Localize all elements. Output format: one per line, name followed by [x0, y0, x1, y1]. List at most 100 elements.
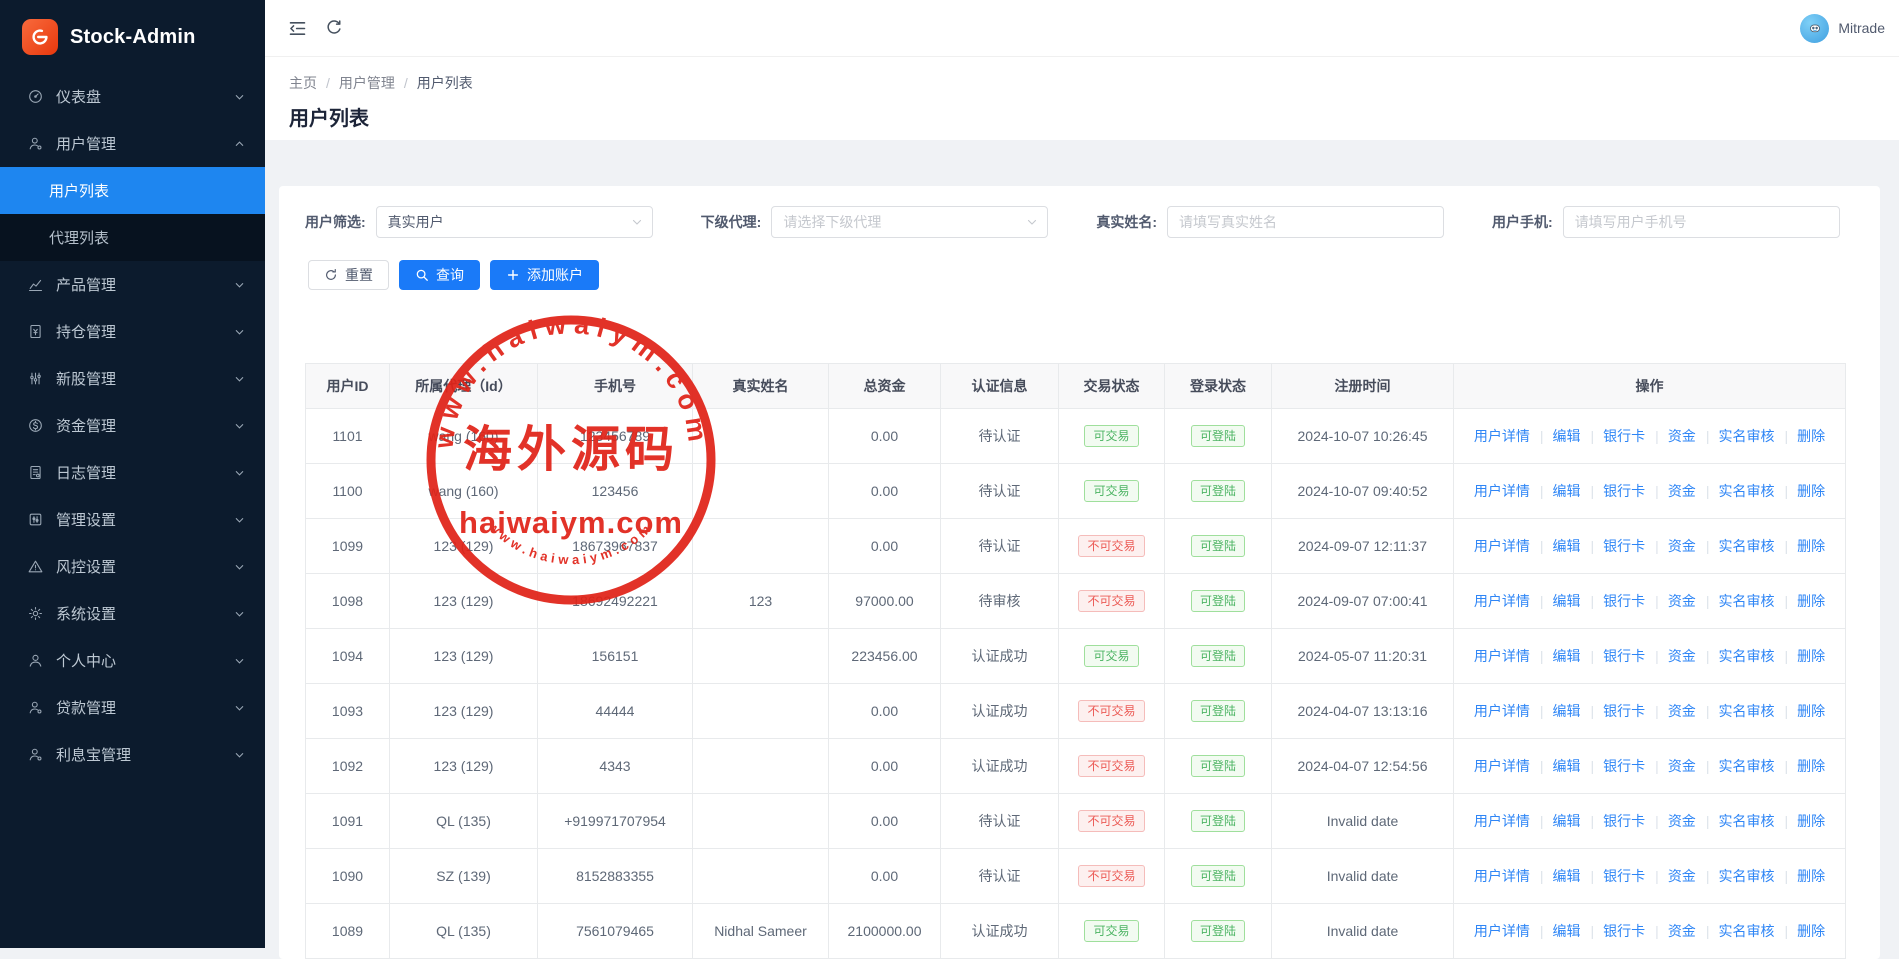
edit-link[interactable]: 编辑	[1530, 593, 1581, 609]
chart-icon	[27, 276, 44, 293]
page-header: 主页用户管理用户列表 用户列表	[265, 57, 1899, 140]
reset-button[interactable]: 重置	[308, 260, 389, 290]
bank-card-link[interactable]: 银行卡	[1581, 538, 1646, 554]
funds-link[interactable]: 资金	[1645, 538, 1696, 554]
funds-link[interactable]: 资金	[1645, 758, 1696, 774]
delete-link[interactable]: 删除	[1774, 923, 1825, 939]
menu-collapse-icon[interactable]	[287, 18, 308, 39]
delete-link[interactable]: 删除	[1774, 483, 1825, 499]
edit-link[interactable]: 编辑	[1530, 703, 1581, 719]
delete-link[interactable]: 删除	[1774, 868, 1825, 884]
real-name-audit-link[interactable]: 实名审核	[1696, 813, 1775, 829]
col-login-status: 登录状态	[1165, 364, 1272, 409]
user-phone-input[interactable]	[1563, 206, 1840, 238]
sidebar-item-interest-management[interactable]: 利息宝管理	[0, 731, 265, 778]
delete-link[interactable]: 删除	[1774, 648, 1825, 664]
delete-link[interactable]: 删除	[1774, 813, 1825, 829]
delete-link[interactable]: 删除	[1774, 428, 1825, 444]
delete-link[interactable]: 删除	[1774, 758, 1825, 774]
funds-link[interactable]: 资金	[1645, 923, 1696, 939]
funds-link[interactable]: 资金	[1645, 648, 1696, 664]
sub-agent-select[interactable]: 请选择下级代理	[771, 206, 1048, 238]
sidebar-item-user-management[interactable]: 用户管理	[0, 120, 265, 167]
user-menu[interactable]: Mitrade	[1800, 14, 1885, 43]
bank-card-link[interactable]: 银行卡	[1581, 648, 1646, 664]
bank-card-link[interactable]: 银行卡	[1581, 868, 1646, 884]
sidebar-item-log-management[interactable]: 日志管理	[0, 449, 265, 496]
query-button[interactable]: 查询	[399, 260, 480, 290]
bank-card-link[interactable]: 银行卡	[1581, 758, 1646, 774]
edit-link[interactable]: 编辑	[1530, 538, 1581, 554]
funds-link[interactable]: 资金	[1645, 813, 1696, 829]
col-register-time: 注册时间	[1272, 364, 1454, 409]
cell-login-status: 可登陆	[1165, 849, 1272, 904]
user-filter-select[interactable]: 真实用户	[376, 206, 653, 238]
bank-card-link[interactable]: 银行卡	[1581, 703, 1646, 719]
user-detail-link[interactable]: 用户详情	[1474, 648, 1530, 664]
sidebar-item-admin-settings[interactable]: 管理设置	[0, 496, 265, 543]
breadcrumb-user-management[interactable]: 用户管理	[339, 75, 417, 91]
real-name-audit-link[interactable]: 实名审核	[1696, 538, 1775, 554]
user-detail-link[interactable]: 用户详情	[1474, 428, 1530, 444]
user-detail-link[interactable]: 用户详情	[1474, 868, 1530, 884]
funds-link[interactable]: 资金	[1645, 483, 1696, 499]
cell-auth-info: 待认证	[941, 794, 1059, 849]
real-name-audit-link[interactable]: 实名审核	[1696, 923, 1775, 939]
funds-link[interactable]: 资金	[1645, 868, 1696, 884]
sidebar-item-user-list[interactable]: 用户列表	[0, 167, 265, 214]
bank-card-link[interactable]: 银行卡	[1581, 428, 1646, 444]
sidebar-item-agent-list[interactable]: 代理列表	[0, 214, 265, 261]
sidebar-item-dashboard[interactable]: 仪表盘	[0, 73, 265, 120]
sidebar-item-risk-settings[interactable]: 风控设置	[0, 543, 265, 590]
user-detail-link[interactable]: 用户详情	[1474, 593, 1530, 609]
funds-link[interactable]: 资金	[1645, 428, 1696, 444]
real-name-audit-link[interactable]: 实名审核	[1696, 593, 1775, 609]
breadcrumb-home[interactable]: 主页	[289, 75, 339, 91]
edit-link[interactable]: 编辑	[1530, 758, 1581, 774]
funds-link[interactable]: 资金	[1645, 593, 1696, 609]
delete-link[interactable]: 删除	[1774, 593, 1825, 609]
sidebar-item-system-settings[interactable]: 系统设置	[0, 590, 265, 637]
edit-link[interactable]: 编辑	[1530, 428, 1581, 444]
cell-phone: 44444	[538, 684, 693, 739]
delete-link[interactable]: 删除	[1774, 538, 1825, 554]
user-detail-link[interactable]: 用户详情	[1474, 538, 1530, 554]
real-name-audit-link[interactable]: 实名审核	[1696, 428, 1775, 444]
bank-card-link[interactable]: 银行卡	[1581, 593, 1646, 609]
refresh-icon[interactable]	[324, 18, 344, 38]
sidebar-item-funds-management[interactable]: 资金管理	[0, 402, 265, 449]
edit-link[interactable]: 编辑	[1530, 813, 1581, 829]
sidebar-item-personal-center[interactable]: 个人中心	[0, 637, 265, 684]
sidebar-item-loan-management[interactable]: 贷款管理	[0, 684, 265, 731]
bank-card-link[interactable]: 银行卡	[1581, 813, 1646, 829]
sidebar-item-position-management[interactable]: 持仓管理	[0, 308, 265, 355]
sidebar-item-new-stock-management[interactable]: 新股管理	[0, 355, 265, 402]
cell-actions: 用户详情编辑银行卡资金实名审核删除	[1454, 739, 1846, 794]
user-detail-link[interactable]: 用户详情	[1474, 758, 1530, 774]
user-detail-link[interactable]: 用户详情	[1474, 923, 1530, 939]
cell-phone: 18673967837	[538, 519, 693, 574]
delete-link[interactable]: 删除	[1774, 703, 1825, 719]
bank-card-link[interactable]: 银行卡	[1581, 483, 1646, 499]
real-name-input[interactable]	[1167, 206, 1444, 238]
real-name-audit-link[interactable]: 实名审核	[1696, 483, 1775, 499]
real-name-audit-link[interactable]: 实名审核	[1696, 758, 1775, 774]
edit-link[interactable]: 编辑	[1530, 648, 1581, 664]
real-name-audit-link[interactable]: 实名审核	[1696, 703, 1775, 719]
cell-trade-status: 可交易	[1059, 409, 1165, 464]
real-name-audit-link[interactable]: 实名审核	[1696, 648, 1775, 664]
user-detail-link[interactable]: 用户详情	[1474, 703, 1530, 719]
cell-trade-status: 不可交易	[1059, 849, 1165, 904]
sidebar-item-product-management[interactable]: 产品管理	[0, 261, 265, 308]
edit-link[interactable]: 编辑	[1530, 483, 1581, 499]
edit-link[interactable]: 编辑	[1530, 868, 1581, 884]
user-detail-link[interactable]: 用户详情	[1474, 483, 1530, 499]
table-row: 1094 123 (129) 156151 223456.00 认证成功 可交易…	[306, 629, 1846, 684]
real-name-audit-link[interactable]: 实名审核	[1696, 868, 1775, 884]
user-detail-link[interactable]: 用户详情	[1474, 813, 1530, 829]
edit-link[interactable]: 编辑	[1530, 923, 1581, 939]
cell-auth-info: 待认证	[941, 464, 1059, 519]
bank-card-link[interactable]: 银行卡	[1581, 923, 1646, 939]
add-account-button[interactable]: 添加账户	[490, 260, 599, 290]
funds-link[interactable]: 资金	[1645, 703, 1696, 719]
